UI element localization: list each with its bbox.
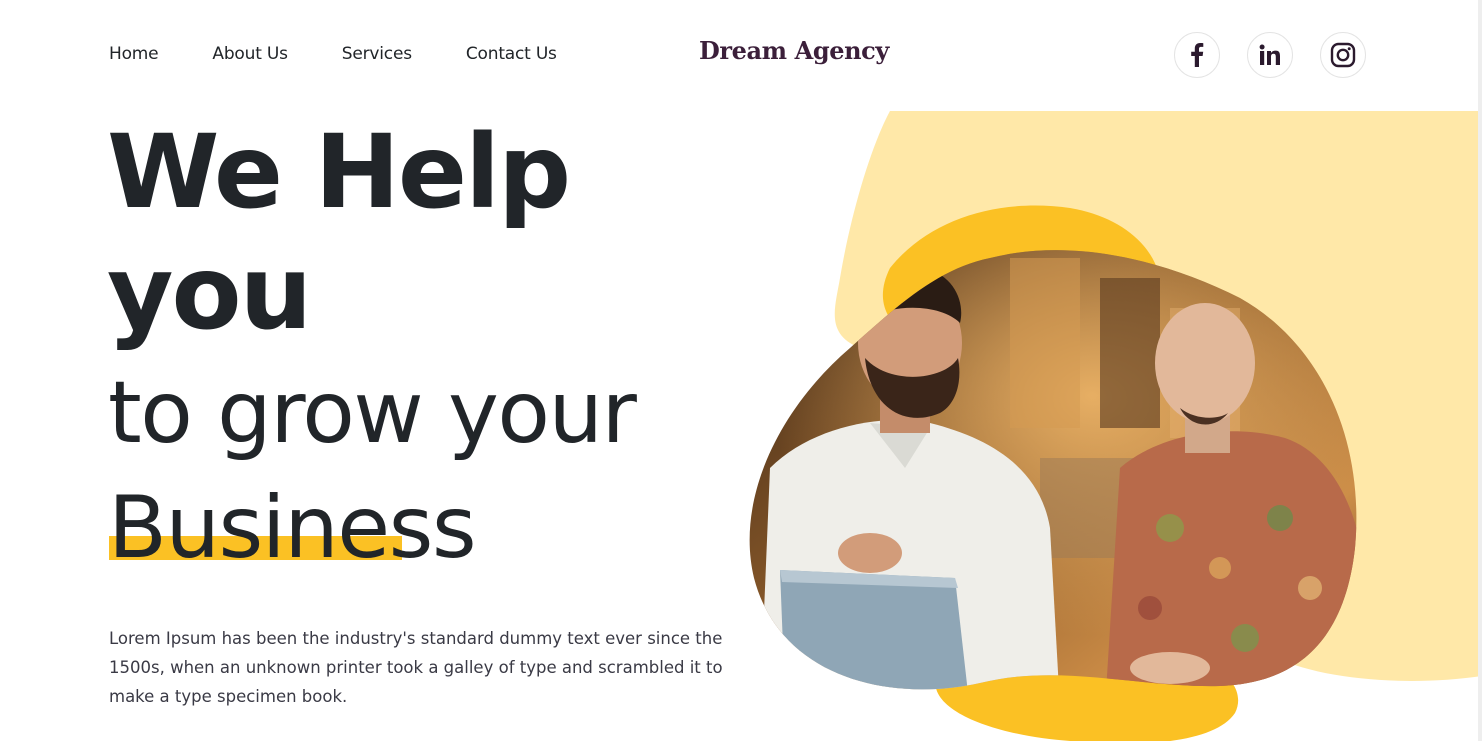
nav-contact-link[interactable]: Contact Us xyxy=(466,44,557,64)
hero-heading-line-1: We Help xyxy=(107,113,571,232)
main-nav: Home About Us Services Contact Us xyxy=(109,44,557,64)
nav-home-link[interactable]: Home xyxy=(109,44,159,64)
facebook-icon xyxy=(1191,43,1204,67)
page-scrollbar[interactable] xyxy=(1478,0,1482,741)
hero-heading-line-2: you xyxy=(107,234,312,353)
hero-heading-line-3: to grow your xyxy=(108,363,637,463)
linkedin-button[interactable] xyxy=(1247,32,1293,78)
linkedin-icon xyxy=(1259,44,1280,65)
instagram-button[interactable] xyxy=(1320,32,1366,78)
brand-logo[interactable]: Dream Agency xyxy=(699,36,889,65)
facebook-button[interactable] xyxy=(1174,32,1220,78)
social-links xyxy=(1174,32,1366,78)
nav-about-link[interactable]: About Us xyxy=(212,44,288,64)
nav-services-link[interactable]: Services xyxy=(342,44,412,64)
instagram-icon xyxy=(1330,42,1356,68)
hero-heading-line-4: Business xyxy=(108,478,477,578)
hero-description: Lorem Ipsum has been the industry's stan… xyxy=(109,629,723,706)
hero-illustration xyxy=(740,108,1482,741)
